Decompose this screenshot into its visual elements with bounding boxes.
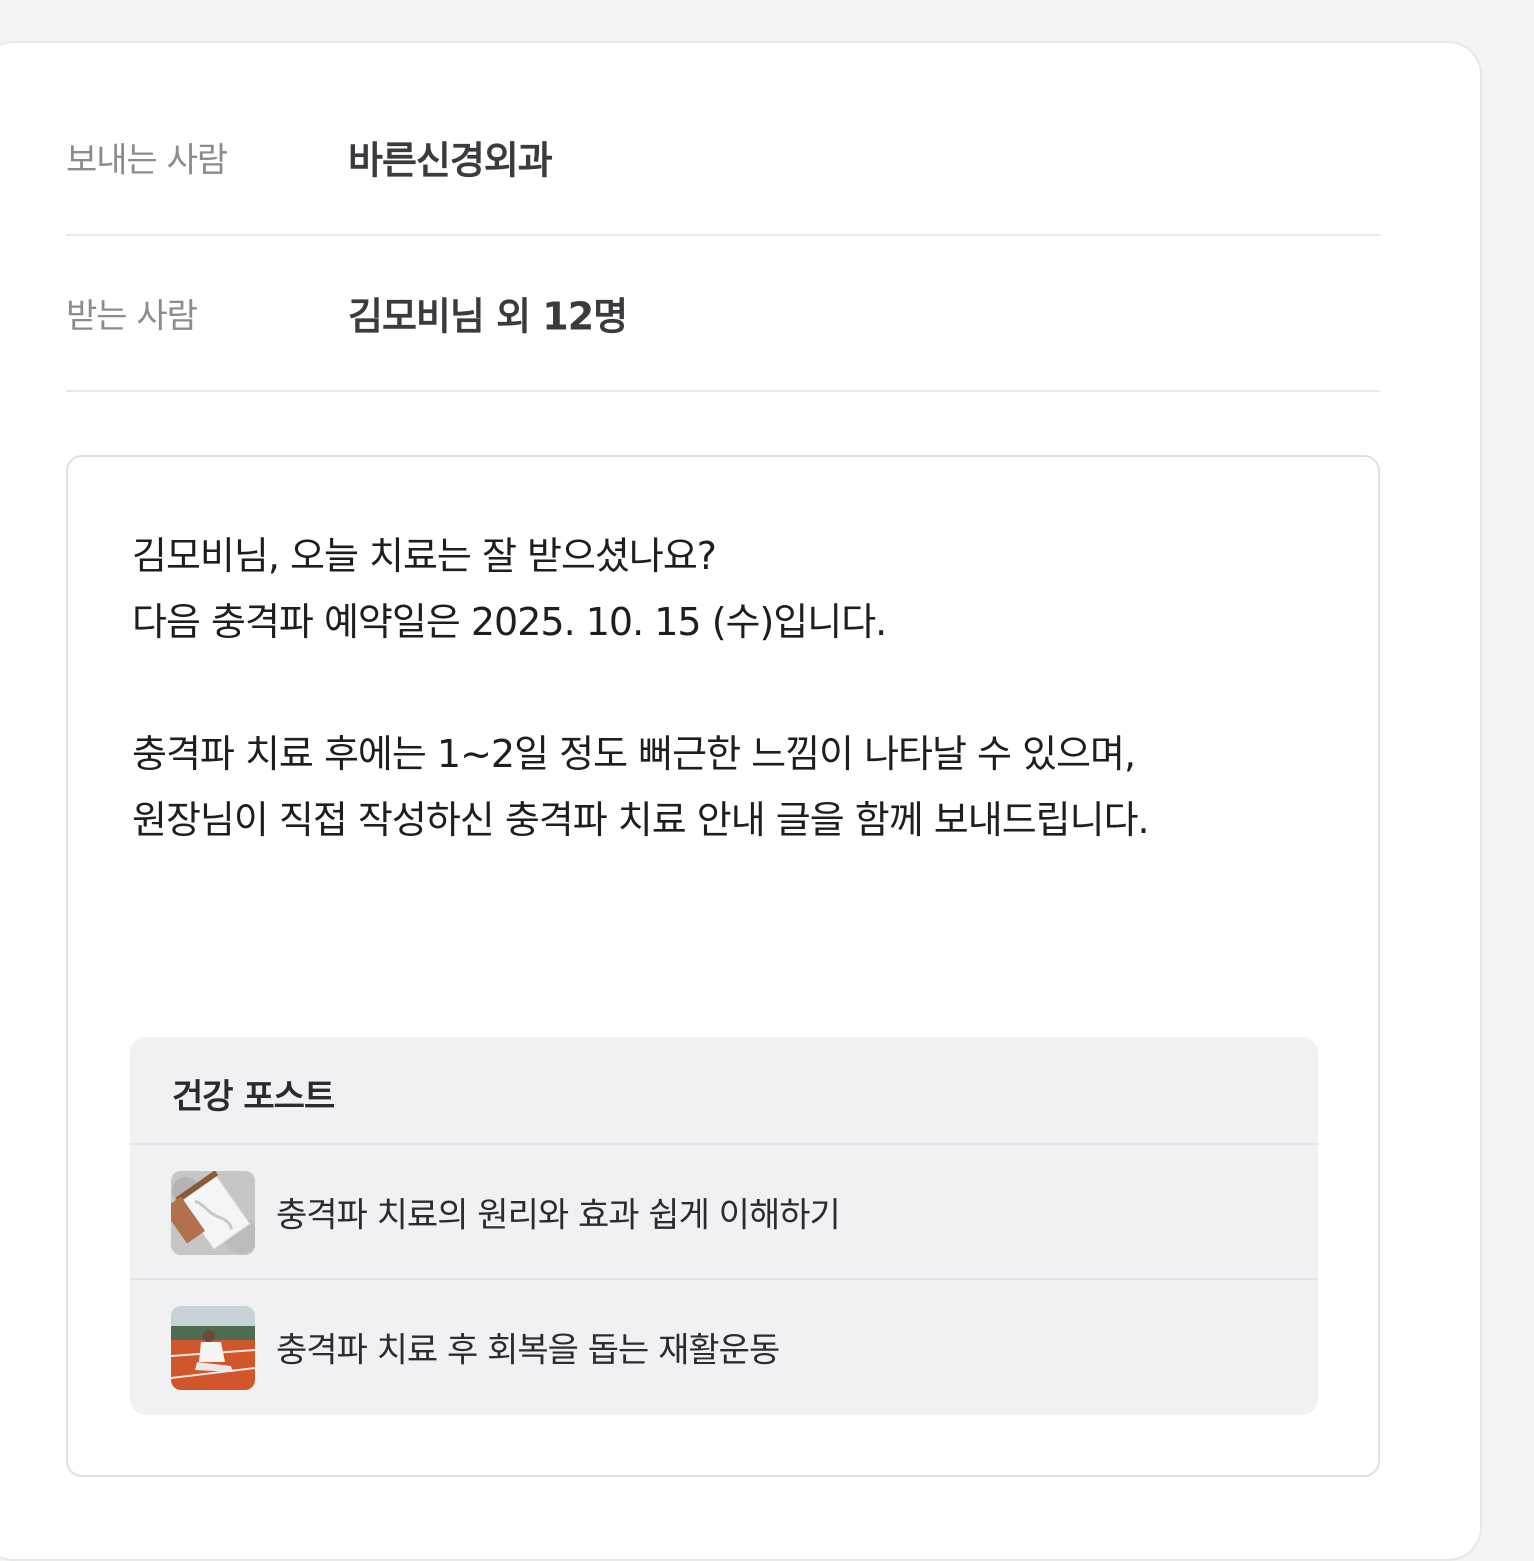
message-line-2: 다음 충격파 예약일은 2025. 10. 15 (수)입니다. bbox=[132, 600, 887, 644]
message-text: 김모비님, 오늘 치료는 잘 받으셨나요? 다음 충격파 예약일은 2025. … bbox=[132, 523, 1342, 853]
message-line-4: 원장님이 직접 작성하신 충격파 치료 안내 글을 함께 보내드립니다. bbox=[132, 798, 1150, 842]
health-post-title: 건강 포스트 bbox=[172, 1077, 335, 1117]
receiver-label: 받는 사람 bbox=[66, 296, 198, 337]
sender-label: 보내는 사람 bbox=[66, 140, 228, 181]
right-edge-background bbox=[1482, 0, 1534, 1532]
sender-row: 보내는 사람 바른신경외과 bbox=[66, 80, 1380, 236]
health-post-panel: 건강 포스트 충격파 치료의 원리와 효과 쉽게 이해하기 충격파 치료 후 회… bbox=[130, 1037, 1318, 1415]
health-post-item-2-label: 충격파 치료 후 회복을 돕는 재활운동 bbox=[276, 1330, 780, 1370]
receiver-value: 김모비님 외 12명 bbox=[348, 294, 628, 339]
sender-value: 바른신경외과 bbox=[348, 138, 553, 183]
message-line-1: 김모비님, 오늘 치료는 잘 받으셨나요? bbox=[132, 534, 717, 578]
clipboard-anatomy-thumbnail bbox=[171, 1171, 255, 1255]
health-post-item-1-label: 충격파 치료의 원리와 효과 쉽게 이해하기 bbox=[276, 1195, 841, 1235]
health-post-item-2[interactable]: 충격파 치료 후 회복을 돕는 재활운동 bbox=[130, 1278, 1318, 1413]
message-body-box: 김모비님, 오늘 치료는 잘 받으셨나요? 다음 충격파 예약일은 2025. … bbox=[66, 455, 1380, 1477]
receiver-row: 받는 사람 김모비님 외 12명 bbox=[66, 236, 1380, 392]
health-post-item-1[interactable]: 충격파 치료의 원리와 효과 쉽게 이해하기 bbox=[130, 1143, 1318, 1278]
runner-stretching-thumbnail bbox=[171, 1306, 255, 1390]
message-line-3: 충격파 치료 후에는 1~2일 정도 뻐근한 느낌이 나타날 수 있으며, bbox=[132, 732, 1136, 776]
